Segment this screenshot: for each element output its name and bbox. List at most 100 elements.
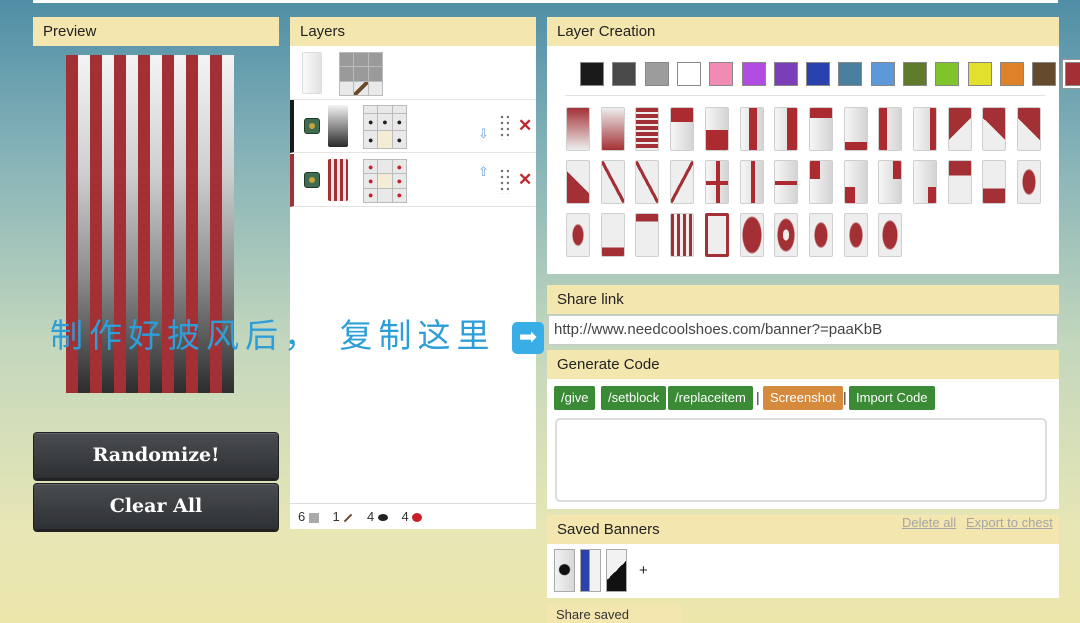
ink-sac-icon: ●	[378, 113, 392, 131]
pattern-shape	[748, 108, 757, 150]
color-swatch[interactable]	[999, 62, 1024, 86]
banner-pattern-option[interactable]	[566, 107, 590, 151]
share-url-field[interactable]: http://www.needcoolshoes.com/banner?=paa…	[548, 315, 1058, 345]
color-swatch[interactable]	[676, 62, 701, 86]
clear-all-button[interactable]: Clear All	[33, 483, 279, 530]
give-button[interactable]: /give	[554, 386, 596, 410]
saved-banner-2[interactable]	[580, 549, 601, 592]
replaceitem-button[interactable]: /replaceitem	[668, 386, 753, 410]
banner-pattern-option[interactable]	[566, 160, 590, 204]
layer-row-1[interactable]: ● ● ● ● ● ⇩ ✕	[290, 100, 536, 153]
pattern-shape	[705, 181, 728, 185]
banner-pattern-option[interactable]	[808, 160, 833, 204]
saved-banner-3[interactable]	[606, 549, 627, 592]
banner-pattern-option[interactable]	[566, 213, 590, 257]
wool-block-icon	[368, 67, 382, 81]
wool-block-icon	[368, 53, 382, 67]
banner-pattern-option[interactable]	[704, 107, 729, 151]
ink-sac-icon	[377, 514, 388, 522]
color-swatch[interactable]	[644, 62, 669, 86]
banner-pattern-option[interactable]	[843, 160, 868, 204]
banner-pattern-option[interactable]	[600, 160, 625, 204]
banner-pattern-option[interactable]	[982, 107, 1007, 151]
layer-visibility-icon[interactable]	[304, 118, 320, 134]
export-to-chest-link[interactable]: Export to chest	[966, 515, 1053, 530]
banner-pattern-option[interactable]	[913, 160, 937, 204]
layer-swatch	[328, 105, 348, 147]
color-swatch[interactable]	[870, 62, 895, 86]
banner-pattern-option[interactable]	[774, 160, 799, 204]
banner-pattern-option[interactable]	[635, 160, 660, 204]
color-swatch[interactable]	[709, 62, 734, 86]
banner-pattern-option[interactable]	[739, 213, 764, 257]
share-link-title: Share link	[557, 291, 624, 308]
divider	[565, 95, 1045, 96]
wool-block-icon	[354, 53, 368, 67]
randomize-button[interactable]: Randomize!	[33, 432, 279, 479]
banner-pattern-option[interactable]	[808, 213, 833, 257]
import-code-button[interactable]: Import Code	[849, 386, 935, 410]
banner-pattern-option[interactable]	[878, 213, 903, 257]
banner-pattern-option[interactable]	[739, 107, 764, 151]
red-dye-icon: ●	[364, 188, 378, 202]
banner-pattern-option[interactable]	[704, 213, 729, 257]
banner-pattern-option[interactable]	[600, 213, 625, 257]
banner-pattern-option[interactable]	[704, 160, 729, 204]
color-swatch[interactable]	[773, 62, 798, 86]
layers-title: Layers	[300, 23, 346, 40]
banner-pattern-option[interactable]	[600, 107, 625, 151]
banner-pattern-option[interactable]	[774, 107, 799, 151]
add-saved-banner-button[interactable]: +	[639, 562, 648, 579]
pattern-shape	[928, 187, 936, 203]
banner-pattern-option[interactable]	[635, 107, 660, 151]
screenshot-button[interactable]: Screenshot	[763, 386, 843, 410]
banner-pattern-option[interactable]	[843, 213, 868, 257]
move-up-icon[interactable]: ⇧	[478, 164, 489, 180]
banner-pattern-option[interactable]	[670, 160, 695, 204]
color-swatch[interactable]	[838, 62, 863, 86]
color-swatch[interactable]	[741, 62, 766, 86]
color-swatch[interactable]	[612, 62, 637, 86]
setblock-button[interactable]: /setblock	[601, 386, 667, 410]
drag-handle-icon[interactable]	[499, 114, 509, 140]
wool-block-icon	[340, 53, 354, 67]
banner-pattern-option[interactable]	[1017, 107, 1042, 151]
banner-pattern-option[interactable]	[947, 107, 972, 151]
layer-visibility-icon[interactable]	[304, 172, 320, 188]
crafting-grid: ● ● ● ● ●	[363, 105, 407, 149]
delete-all-link[interactable]: Delete all	[902, 515, 956, 530]
banner-pattern-option[interactable]	[739, 160, 764, 204]
code-textarea[interactable]	[555, 418, 1047, 502]
banner-pattern-option[interactable]	[947, 160, 972, 204]
layer-row-base[interactable]	[290, 47, 536, 100]
color-swatch[interactable]	[806, 62, 831, 86]
banner-pattern-option[interactable]	[670, 107, 695, 151]
color-swatch[interactable]	[1032, 62, 1057, 86]
layer-creation-header: Layer Creation	[547, 17, 1059, 46]
move-down-icon[interactable]: ⇩	[478, 126, 489, 142]
banner-pattern-option[interactable]	[635, 213, 660, 257]
layer-creation-title: Layer Creation	[557, 23, 656, 40]
banner-pattern-option[interactable]	[670, 213, 695, 257]
banner-pattern-option[interactable]	[878, 107, 903, 151]
banner-pattern-option[interactable]	[808, 107, 833, 151]
banner-pattern-option[interactable]	[913, 107, 937, 151]
banner-pattern-option[interactable]	[774, 213, 799, 257]
color-swatch[interactable]	[967, 62, 992, 86]
drag-handle-icon[interactable]	[499, 168, 509, 194]
banner-pattern-option[interactable]	[1017, 160, 1042, 204]
layer-row-2[interactable]: ● ● ● ● ● ● ⇧ ✕	[290, 154, 536, 207]
wool-block-icon	[308, 512, 319, 523]
delete-layer-icon[interactable]: ✕	[518, 171, 532, 188]
share-saved-banners-label: Share saved banners:	[547, 605, 681, 623]
color-swatch[interactable]	[1064, 62, 1080, 86]
banner-pattern-option[interactable]	[878, 160, 903, 204]
color-swatch[interactable]	[903, 62, 927, 86]
banner-pattern-option[interactable]	[982, 160, 1007, 204]
color-swatch[interactable]	[580, 62, 604, 86]
pattern-shape	[809, 161, 820, 179]
banner-pattern-option[interactable]	[843, 107, 868, 151]
color-swatch[interactable]	[935, 62, 960, 86]
saved-banner-1[interactable]	[554, 549, 575, 592]
delete-layer-icon[interactable]: ✕	[518, 117, 532, 134]
